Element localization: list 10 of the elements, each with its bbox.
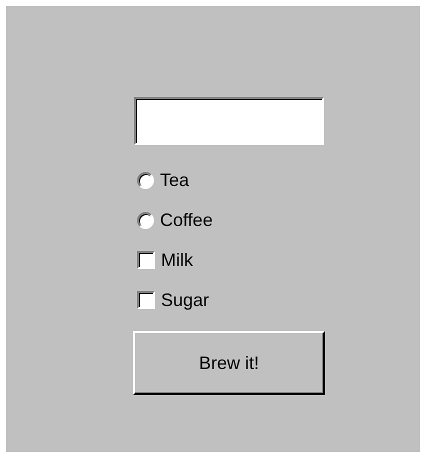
option-label: Coffee [160, 210, 213, 230]
brew-button[interactable]: Brew it! [133, 331, 325, 395]
checkbox[interactable] [137, 251, 155, 269]
radio-button[interactable] [137, 212, 154, 228]
option-label: Tea [160, 170, 190, 190]
text-field[interactable] [134, 97, 324, 145]
checkbox[interactable] [137, 291, 155, 309]
option-label: Milk [161, 250, 193, 270]
radio-button[interactable] [137, 172, 154, 188]
option-label: Sugar [161, 290, 210, 310]
